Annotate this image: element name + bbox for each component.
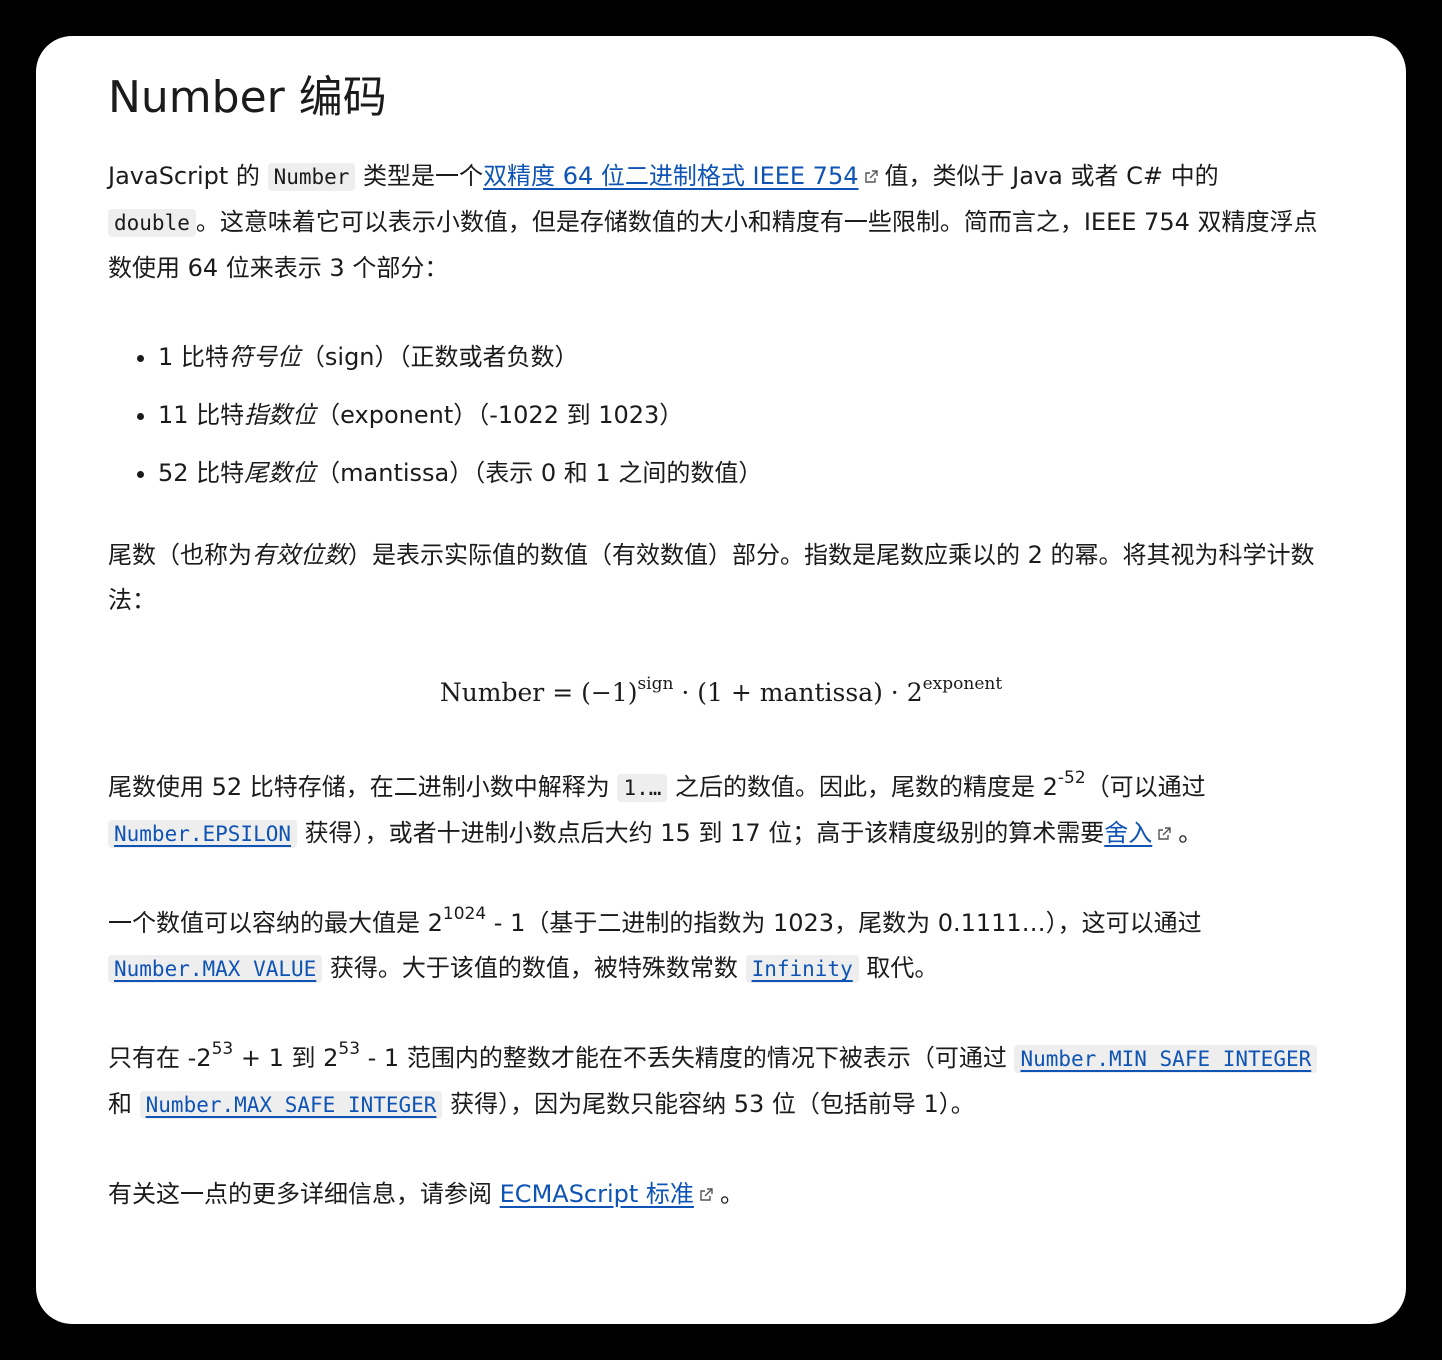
external-link-icon	[863, 169, 879, 185]
paragraph-safe-integer: 只有在 -253 + 1 到 253 - 1 范围内的整数才能在不丢失精度的情况…	[108, 1036, 1334, 1128]
link-max-safe-integer[interactable]: Number.MAX_SAFE_INTEGER	[139, 1090, 443, 1119]
number-formula: Number = (−1)sign · (1 + mantissa) · 2ex…	[439, 674, 1003, 708]
link-number-epsilon[interactable]: Number.EPSILON	[108, 819, 298, 848]
link-min-safe-integer[interactable]: Number.MIN_SAFE_INTEGER	[1014, 1044, 1318, 1073]
list-item: 11 比特指数位（exponent）（-1022 到 1023）	[158, 395, 1334, 435]
code-number: Number	[267, 163, 356, 191]
paragraph-mantissa: 尾数（也称为有效位数）是表示实际值的数值（有效数值）部分。指数是尾数应乘以的 2…	[108, 541, 1315, 614]
list-item: 52 比特尾数位（mantissa）（表示 0 和 1 之间的数值）	[158, 453, 1334, 493]
paragraph-intro: JavaScript 的 Number 类型是一个双精度 64 位二进制格式 I…	[108, 162, 1318, 282]
list-item: 1 比特符号位（sign）（正数或者负数）	[158, 337, 1334, 377]
bit-parts-list: 1 比特符号位（sign）（正数或者负数） 11 比特指数位（exponent）…	[108, 337, 1334, 493]
link-number-max-value[interactable]: Number.MAX_VALUE	[108, 954, 323, 983]
paragraph-ecmascript: 有关这一点的更多详细信息，请参阅 ECMAScript 标准。	[108, 1180, 744, 1208]
code-double: double	[108, 209, 196, 237]
link-ecmascript-spec[interactable]: ECMAScript 标准	[500, 1180, 694, 1208]
code-one-dot: 1.…	[617, 774, 668, 802]
link-infinity[interactable]: Infinity	[745, 954, 859, 983]
section-heading: Number 编码	[108, 72, 387, 123]
link-rounding[interactable]: 舍入	[1104, 819, 1152, 847]
paragraph-max-value: 一个数值可以容纳的最大值是 21024 - 1（基于二进制的指数为 1023，尾…	[108, 904, 1202, 983]
paragraph-precision: 尾数使用 52 比特存储，在二进制小数中解释为 1.… 之后的数值。因此，尾数的…	[108, 768, 1206, 848]
external-link-icon	[1156, 826, 1172, 842]
link-ieee754[interactable]: 双精度 64 位二进制格式 IEEE 754	[483, 162, 858, 190]
external-link-icon	[698, 1187, 714, 1203]
article-card: Number 编码 JavaScript 的 Number 类型是一个双精度 6…	[36, 36, 1406, 1324]
